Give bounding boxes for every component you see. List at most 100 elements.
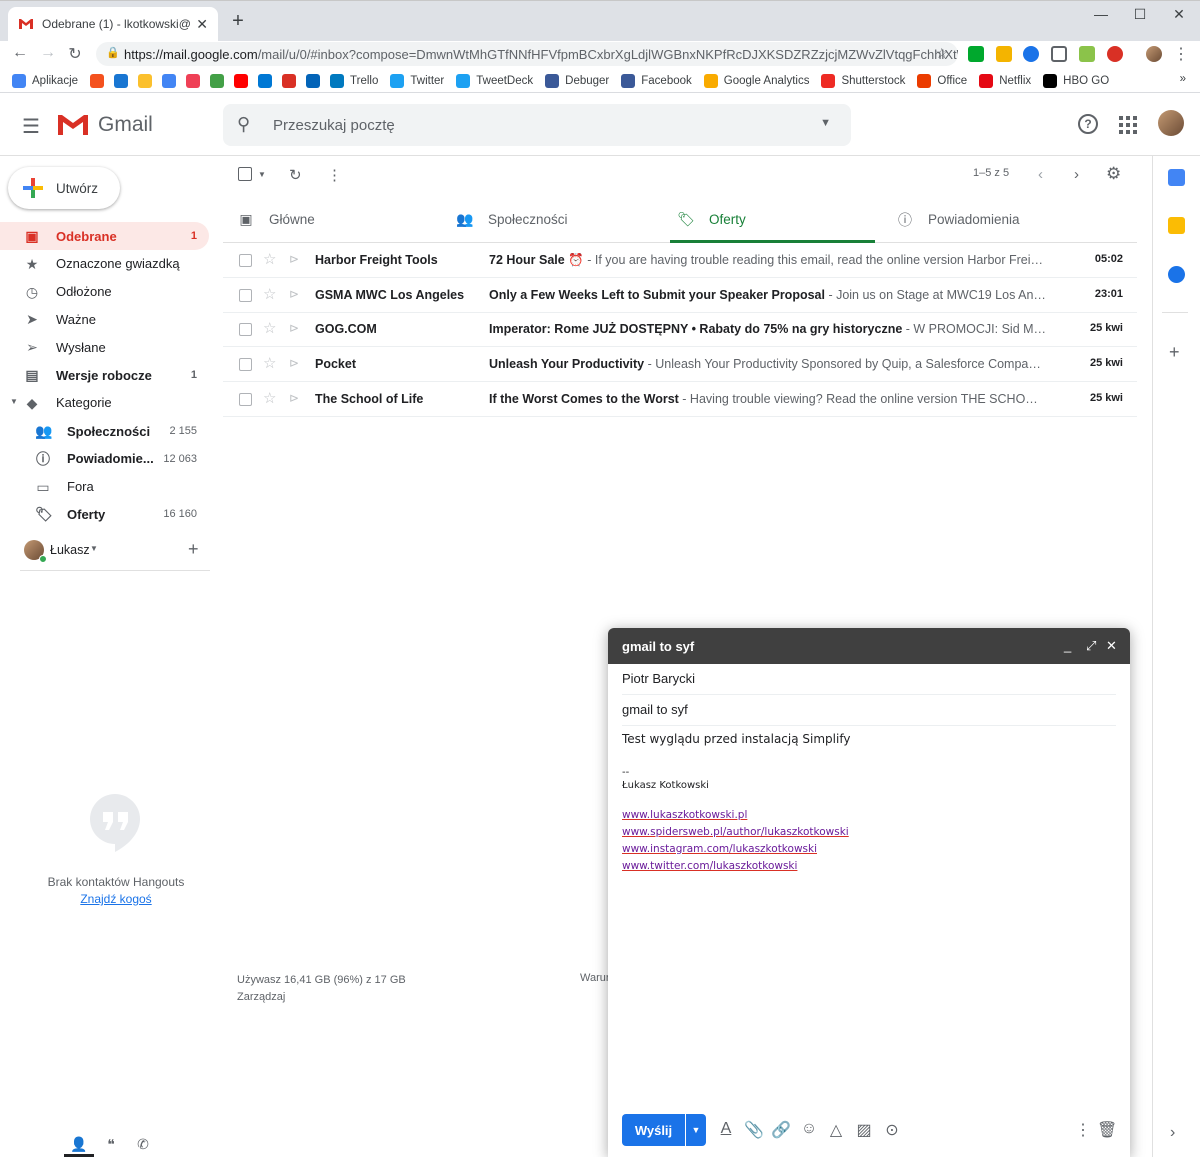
evernote-extension-icon[interactable] bbox=[968, 46, 984, 62]
tab-updates[interactable]: ⓘ Powiadomienia bbox=[896, 196, 1020, 243]
hangouts-user[interactable]: Łukasz bbox=[50, 543, 90, 557]
sidebar-item-important[interactable]: ➤ Ważne bbox=[0, 305, 209, 333]
new-conversation-icon[interactable]: + bbox=[188, 539, 199, 560]
bookmark-item[interactable]: TweetDeck bbox=[456, 73, 533, 88]
main-menu-icon[interactable]: ☰ bbox=[22, 114, 40, 139]
bookmark-item[interactable]: Google Analytics bbox=[703, 73, 809, 88]
browser-menu-icon[interactable]: ⋮ bbox=[1171, 44, 1191, 64]
search-input[interactable]: ⚲ Przeszukaj pocztę ▼ bbox=[223, 104, 851, 146]
help-icon[interactable]: ? bbox=[1078, 114, 1098, 134]
importance-marker-icon[interactable]: ⊳ bbox=[289, 321, 299, 335]
signature-link[interactable]: www.twitter.com/lukaszkotkowski bbox=[622, 858, 1116, 875]
minimize-icon[interactable]: — bbox=[1086, 6, 1116, 22]
extension-badge-icon[interactable] bbox=[996, 46, 1012, 62]
bookmark-item[interactable] bbox=[234, 73, 249, 88]
row-checkbox[interactable] bbox=[239, 392, 252, 406]
tab-primary[interactable]: ▣ Główne bbox=[237, 196, 314, 243]
bookmark-item[interactable]: Facebook bbox=[621, 73, 692, 88]
importance-marker-icon[interactable]: ⊳ bbox=[289, 287, 299, 301]
sidebar-category-item[interactable]: ⓘ Powiadomie... 12 063 bbox=[0, 445, 209, 473]
star-icon[interactable]: ☆ bbox=[263, 250, 276, 268]
fullscreen-icon[interactable]: ⤢ bbox=[1086, 638, 1096, 654]
bookmark-item[interactable]: Twitter bbox=[390, 73, 444, 88]
contacts-icon[interactable]: 👤 bbox=[69, 1136, 89, 1153]
recipients-field[interactable]: Piotr Barycki bbox=[622, 663, 1116, 695]
link-icon[interactable]: 🔗 bbox=[771, 1120, 791, 1140]
email-row[interactable]: ☆ ⊳ Harbor Freight Tools 72 Hour Sale ⏰ - I… bbox=[223, 243, 1137, 278]
drive-icon[interactable]: △ bbox=[826, 1120, 846, 1140]
signature-link[interactable]: www.instagram.com/lukaszkotkowski bbox=[622, 841, 1116, 858]
window-close-icon[interactable]: ✕ bbox=[1164, 6, 1194, 23]
row-checkbox[interactable] bbox=[239, 358, 252, 372]
email-row[interactable]: ☆ ⊳ The School of Life If the Worst Comes t… bbox=[223, 382, 1137, 417]
adblock-extension-icon[interactable] bbox=[1107, 46, 1123, 62]
formatting-icon[interactable]: A bbox=[716, 1120, 736, 1138]
star-icon[interactable]: ☆ bbox=[263, 319, 276, 337]
maximize-icon[interactable]: ☐ bbox=[1125, 6, 1155, 23]
search-options-icon[interactable]: ▼ bbox=[820, 117, 831, 129]
bookmark-item[interactable]: Shutterstock bbox=[821, 73, 905, 88]
new-tab-button[interactable]: + bbox=[228, 10, 248, 33]
compose-button[interactable]: Utwórz bbox=[8, 167, 120, 209]
confidential-mode-icon[interactable]: ⊙ bbox=[882, 1120, 902, 1140]
reload-icon[interactable]: ↻ bbox=[65, 44, 85, 64]
address-bar[interactable]: 🔒 https://mail.google.com/mail/u/0/#inbo… bbox=[96, 42, 958, 66]
bookmark-item[interactable] bbox=[282, 73, 297, 88]
manage-storage-link[interactable]: Zarządzaj bbox=[237, 989, 406, 1006]
sidebar-item-label[interactable]: ▼ ◆ Kategorie bbox=[0, 389, 209, 417]
tab-close-icon[interactable]: ✕ bbox=[196, 16, 208, 33]
google-apps-icon[interactable] bbox=[1119, 116, 1137, 134]
next-page-icon[interactable]: › bbox=[1074, 166, 1079, 183]
row-checkbox[interactable] bbox=[239, 323, 252, 337]
sidebar-item-clock[interactable]: ◷ Odłożone bbox=[0, 278, 209, 306]
select-all-checkbox[interactable] bbox=[238, 167, 252, 181]
minimize-icon[interactable]: _ bbox=[1064, 638, 1071, 653]
bookmark-item[interactable] bbox=[162, 73, 177, 88]
emoji-icon[interactable]: ☺ bbox=[799, 1120, 819, 1138]
sidebar-category-item[interactable]: 🏷 Oferty 16 160 bbox=[0, 500, 209, 528]
prev-page-icon[interactable]: ‹ bbox=[1038, 166, 1043, 183]
send-button[interactable]: Wyślij bbox=[622, 1114, 685, 1146]
email-row[interactable]: ☆ ⊳ Pocket Unleash Your Productivity - Unle… bbox=[223, 347, 1137, 383]
photo-icon[interactable]: ▨ bbox=[854, 1120, 874, 1140]
sidebar-category-item[interactable]: ▭ Fora bbox=[0, 473, 209, 501]
settings-gear-icon[interactable]: ⚙ bbox=[1106, 164, 1121, 184]
calendar-icon[interactable] bbox=[1168, 169, 1185, 186]
collapse-arrow-icon[interactable]: ▼ bbox=[10, 397, 18, 406]
tasks-icon[interactable] bbox=[1168, 266, 1185, 283]
chevron-down-icon[interactable]: ▼ bbox=[90, 544, 98, 553]
pocket-extension-icon[interactable] bbox=[1051, 46, 1067, 62]
add-addon-icon[interactable]: + bbox=[1169, 342, 1180, 363]
bookmark-item[interactable] bbox=[114, 73, 129, 88]
search-icon[interactable]: ⚲ bbox=[237, 114, 250, 135]
bookmark-item[interactable]: Aplikacje bbox=[12, 73, 78, 88]
bookmark-star-icon[interactable]: ☆ bbox=[935, 45, 948, 62]
sidebar-category-item[interactable]: 👥 Społeczności 2 155 bbox=[0, 417, 209, 445]
close-icon[interactable]: ✕ bbox=[1106, 638, 1117, 654]
star-icon[interactable]: ☆ bbox=[263, 285, 276, 303]
hangouts-icon[interactable]: ❝ bbox=[101, 1136, 121, 1153]
expand-panel-icon[interactable]: › bbox=[1170, 1124, 1175, 1142]
account-avatar[interactable] bbox=[1158, 110, 1184, 136]
compose-header[interactable]: gmail to syf _ ⤢ ✕ bbox=[608, 628, 1130, 664]
bookmark-item[interactable]: HBO GO bbox=[1043, 73, 1109, 88]
browser-tab[interactable]: Odebrane (1) - lkotkowski@gma ✕ bbox=[8, 7, 218, 41]
extension-globe-icon[interactable] bbox=[1023, 46, 1039, 62]
bookmark-item[interactable] bbox=[138, 73, 153, 88]
tab-social[interactable]: 👥 Społeczności bbox=[456, 196, 567, 243]
select-dropdown-icon[interactable]: ▼ bbox=[258, 170, 266, 179]
bookmarks-overflow-icon[interactable]: » bbox=[1180, 73, 1186, 85]
phone-icon[interactable]: ✆ bbox=[133, 1136, 153, 1153]
importance-marker-icon[interactable]: ⊳ bbox=[289, 356, 299, 370]
subject-field[interactable]: gmail to syf bbox=[622, 694, 1116, 726]
star-icon[interactable]: ☆ bbox=[263, 389, 276, 407]
bookmark-item[interactable] bbox=[210, 73, 225, 88]
tab-promotions[interactable]: 🏷 Oferty bbox=[677, 196, 746, 243]
more-options-icon[interactable]: ⋮ bbox=[327, 166, 342, 184]
sidebar-item-draft[interactable]: ▤ Wersje robocze 1 bbox=[0, 361, 209, 389]
extension-plant-icon[interactable] bbox=[1079, 46, 1095, 62]
send-options-icon[interactable]: ▼ bbox=[686, 1114, 706, 1146]
email-row[interactable]: ☆ ⊳ GSMA MWC Los Angeles Only a Few Weeks L… bbox=[223, 278, 1137, 313]
attach-icon[interactable]: 📎 bbox=[744, 1120, 764, 1140]
bookmark-item[interactable]: Debuger bbox=[545, 73, 609, 88]
